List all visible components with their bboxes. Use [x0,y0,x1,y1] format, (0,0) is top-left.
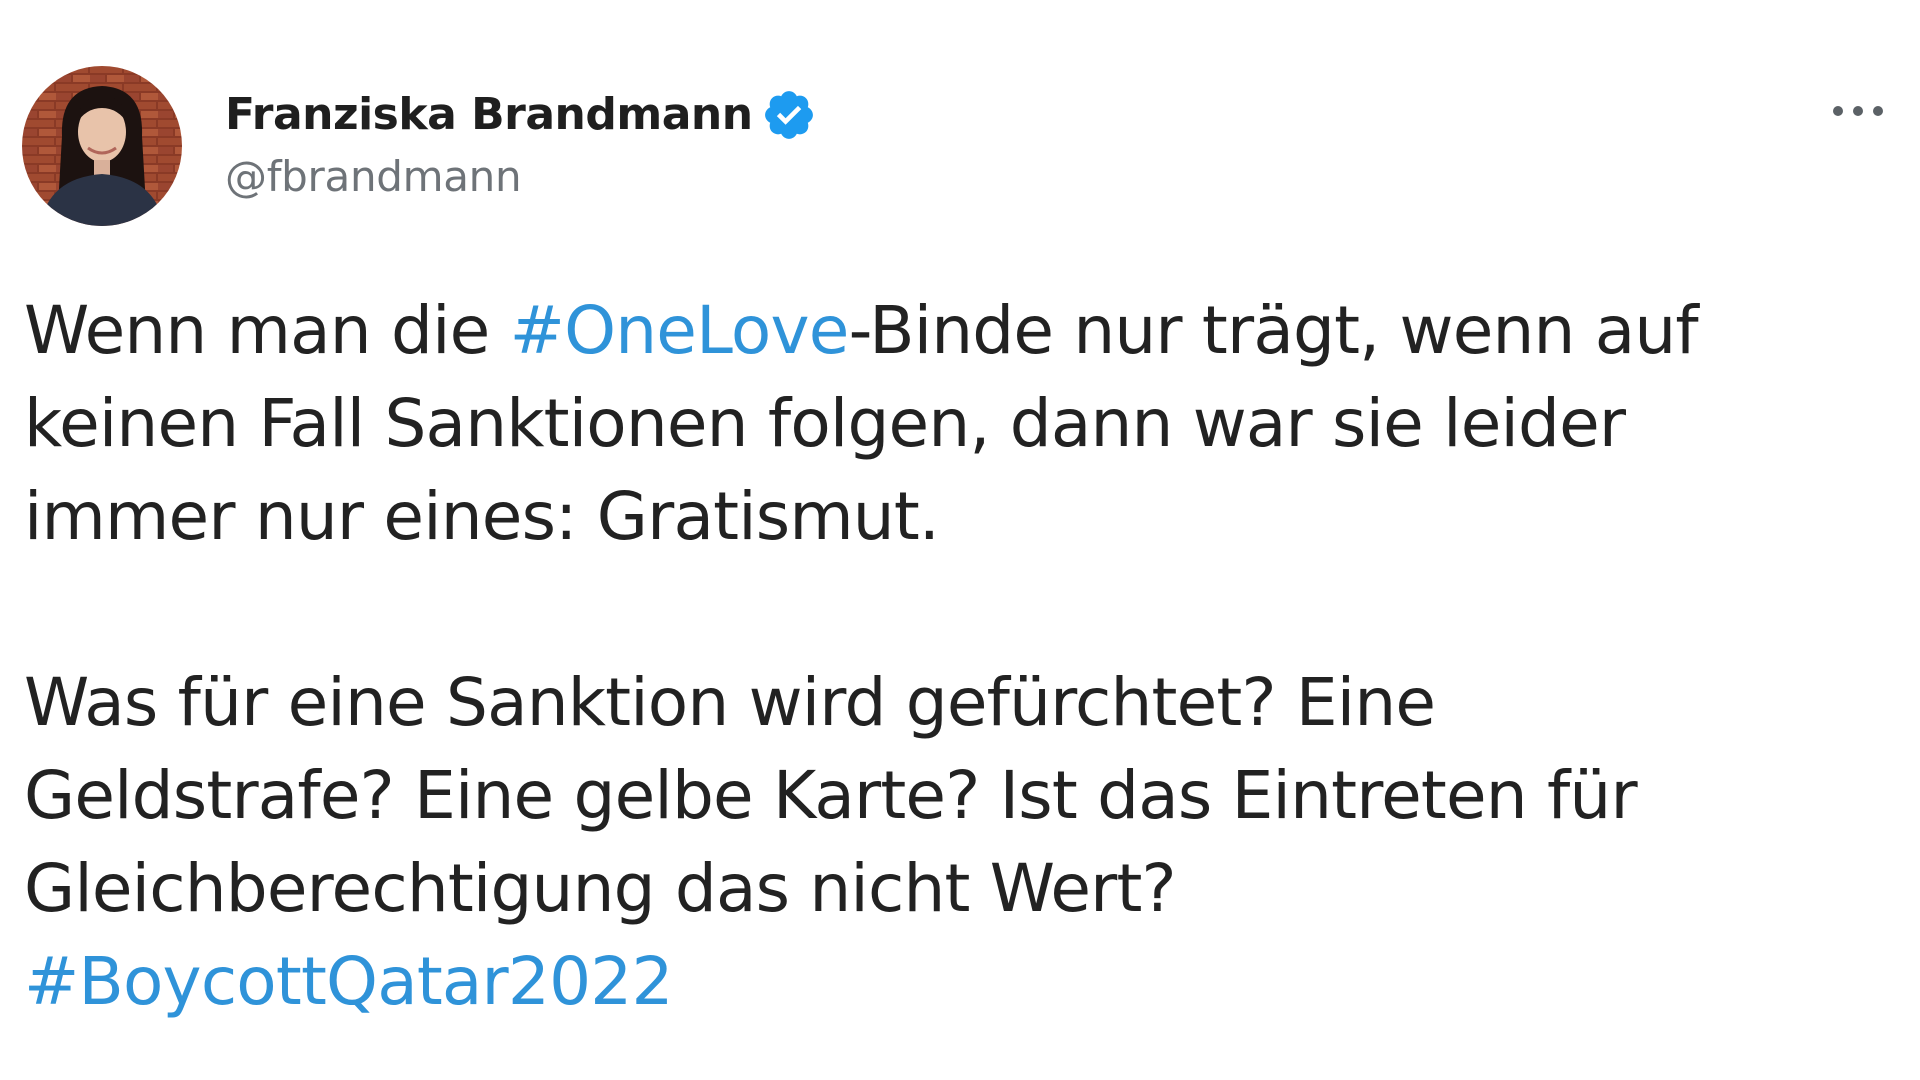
tweet-header: Franziska Brandmann @fbrandmann [22,66,817,226]
tweet-line: keinen Fall Sanktionen folgen, dann war … [24,385,1626,462]
tweet-line: Wenn man die #OneLove-Binde nur trägt, w… [24,284,1884,377]
tweet-paragraph-1: Wenn man die #OneLove-Binde nur trägt, w… [24,284,1884,563]
tweet-paragraph-2: Was für eine Sanktion wird gefürchtet? E… [24,656,1884,1028]
more-options-button[interactable] [1818,84,1898,140]
avatar[interactable] [22,66,182,226]
tweet-line: Was für eine Sanktion wird gefürchtet? E… [24,664,1436,741]
hashtag-onelove-link[interactable]: #OneLove [510,292,850,369]
verified-badge-icon [761,87,817,143]
tweet-line: Gleichberechtigung das nicht Wert? [24,850,1177,927]
name-row: Franziska Brandmann [225,86,817,144]
tweet-text-segment: Wenn man die [24,292,510,369]
more-horizontal-icon [1830,103,1886,122]
tweet-text: Wenn man die #OneLove-Binde nur trägt, w… [24,284,1884,1028]
tweet-line: Geldstrafe? Eine gelbe Karte? Ist das Ei… [24,757,1638,834]
tweet-text-segment: -Binde nur trägt, wenn auf [848,292,1699,369]
display-name[interactable]: Franziska Brandmann [225,89,753,140]
tweet-line: immer nur eines: Gratismut. [24,478,940,555]
hashtag-boycottqatar2022-link[interactable]: #BoycottQatar2022 [24,935,1884,1028]
user-handle[interactable]: @fbrandmann [225,152,817,201]
author-info: Franziska Brandmann @fbrandmann [225,86,817,201]
tweet-card: Franziska Brandmann @fbrandmann Wenn man [0,0,1920,1080]
